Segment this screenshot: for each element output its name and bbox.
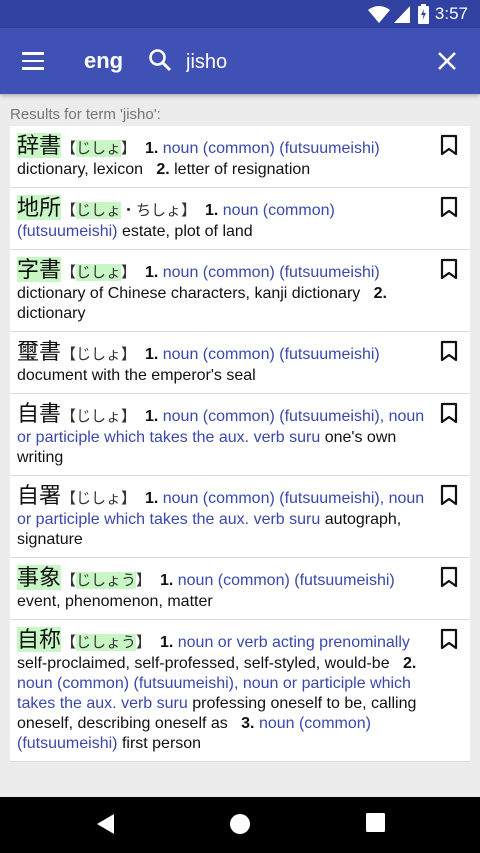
reading-bracket-close: 】 [136, 634, 152, 651]
bookmark-icon[interactable] [440, 484, 458, 506]
sense-number: 1. [144, 408, 159, 425]
reading-bracket-open: 【 [61, 408, 77, 425]
gloss: dictionary [17, 305, 86, 322]
reading-bracket-open: 【 [61, 490, 77, 507]
list-item[interactable]: 地所【じしょ・ちしょ】 1. noun (common) (futsuumeis… [10, 188, 470, 250]
part-of-speech: noun (common) (futsuumeishi) [162, 346, 380, 363]
entry-reading: じしょう [76, 572, 137, 589]
reading-bracket-close: 】 [121, 264, 137, 281]
sense-number: 3. [241, 715, 255, 732]
close-icon[interactable] [436, 50, 458, 72]
entry-reading: じしょ [76, 408, 122, 425]
reading-bracket-open: 【 [61, 264, 77, 281]
navigation-bar [0, 797, 480, 853]
hamburger-menu-icon[interactable] [22, 52, 44, 70]
home-circle-icon[interactable] [229, 813, 251, 835]
sense-number: 1. [159, 572, 174, 589]
list-item[interactable]: 字書【じしょ】 1. noun (common) (futsuumeishi) … [10, 250, 470, 332]
sense-number: 2. [373, 285, 387, 302]
reading-bracket-close: 】 [136, 572, 152, 589]
gloss: dictionary, lexicon [17, 161, 143, 178]
bookmark-icon[interactable] [440, 566, 458, 588]
results-list[interactable]: 辞書【じしょ】 1. noun (common) (futsuumeishi) … [10, 126, 470, 796]
search-input[interactable] [186, 48, 416, 76]
part-of-speech: noun or verb acting prenominally [177, 634, 410, 651]
sense-number: 1. [204, 202, 219, 219]
battery-icon [418, 4, 429, 24]
list-item[interactable]: 璽書【じしょ】 1. noun (common) (futsuumeishi) … [10, 332, 470, 394]
reading-bracket-open: 【 [61, 140, 77, 157]
reading-bracket-close: 】 [121, 346, 137, 363]
reading-bracket-close: 】 [121, 408, 137, 425]
gloss: document with the emperor's seal [17, 367, 256, 384]
entry-kanji: 字書 [17, 257, 62, 282]
entry-reading: じしょう [76, 634, 137, 651]
back-triangle-icon[interactable] [96, 813, 116, 835]
sense-number: 1. [144, 346, 159, 363]
entry-reading: じしょ [76, 202, 122, 219]
gloss: event, phenomenon, matter [17, 593, 213, 610]
sense-number: 2. [402, 655, 417, 672]
reading-bracket-open: 【 [61, 202, 77, 219]
part-of-speech: noun (common) (futsuumeishi) [162, 264, 380, 281]
list-item[interactable]: 自書【じしょ】 1. noun (common) (futsuumeishi),… [10, 394, 470, 476]
gloss: self-proclaimed, self-professed, self-st… [17, 655, 390, 672]
gloss: letter of resignation [174, 161, 311, 178]
entry-kanji: 自署 [17, 483, 62, 508]
part-of-speech: noun (common) (futsuumeishi) [177, 572, 395, 589]
sense-number: 1. [159, 634, 174, 651]
sense-number: 1. [144, 264, 159, 281]
reading-bracket-close: 】 [181, 202, 197, 219]
wifi-icon [368, 6, 390, 23]
list-item[interactable]: 自称【じしょう】 1. noun or verb acting prenomin… [10, 620, 470, 762]
search-icon[interactable] [148, 48, 172, 72]
entry-kanji: 辞書 [17, 133, 62, 158]
entry-kanji: 事象 [17, 565, 62, 590]
signal-icon [394, 6, 410, 23]
bookmark-icon[interactable] [440, 258, 458, 280]
sense-number: 1. [144, 490, 159, 507]
recents-square-icon[interactable] [366, 813, 385, 832]
list-item[interactable]: 自署【じしょ】 1. noun (common) (futsuumeishi),… [10, 476, 470, 558]
entry-reading: じしょ [76, 264, 122, 281]
entry-kanji: 璽書 [17, 339, 62, 364]
gloss: first person [121, 735, 202, 752]
entry-reading-alt: ・ちしょ [121, 202, 182, 219]
bookmark-icon[interactable] [440, 196, 458, 218]
gloss: estate, plot of land [121, 223, 253, 240]
sense-number: 1. [144, 140, 159, 157]
reading-bracket-open: 【 [61, 634, 77, 651]
entry-reading: じしょ [76, 346, 122, 363]
entry-kanji: 自称 [17, 627, 62, 652]
entry-reading: じしょ [76, 490, 122, 507]
gloss: dictionary of Chinese characters, kanji … [17, 285, 361, 302]
clock: 3:57 [434, 4, 468, 23]
reading-bracket-open: 【 [61, 346, 77, 363]
reading-bracket-open: 【 [61, 572, 77, 589]
entry-kanji: 自書 [17, 401, 62, 426]
entry-kanji: 地所 [17, 195, 62, 220]
language-toggle[interactable]: eng [84, 48, 123, 74]
bookmark-icon[interactable] [440, 402, 458, 424]
app-bar: eng [0, 28, 480, 94]
bookmark-icon[interactable] [440, 340, 458, 362]
list-item[interactable]: 事象【じしょう】 1. noun (common) (futsuumeishi)… [10, 558, 470, 620]
part-of-speech: noun (common) (futsuumeishi) [162, 140, 380, 157]
status-bar: 3:57 [0, 0, 480, 28]
sense-number: 2. [156, 161, 170, 178]
reading-bracket-close: 】 [121, 140, 137, 157]
bookmark-icon[interactable] [440, 628, 458, 650]
bookmark-icon[interactable] [440, 134, 458, 156]
entry-reading: じしょ [76, 140, 122, 157]
reading-bracket-close: 】 [121, 490, 137, 507]
results-label: Results for term 'jisho': [10, 106, 161, 123]
list-item[interactable]: 辞書【じしょ】 1. noun (common) (futsuumeishi) … [10, 126, 470, 188]
